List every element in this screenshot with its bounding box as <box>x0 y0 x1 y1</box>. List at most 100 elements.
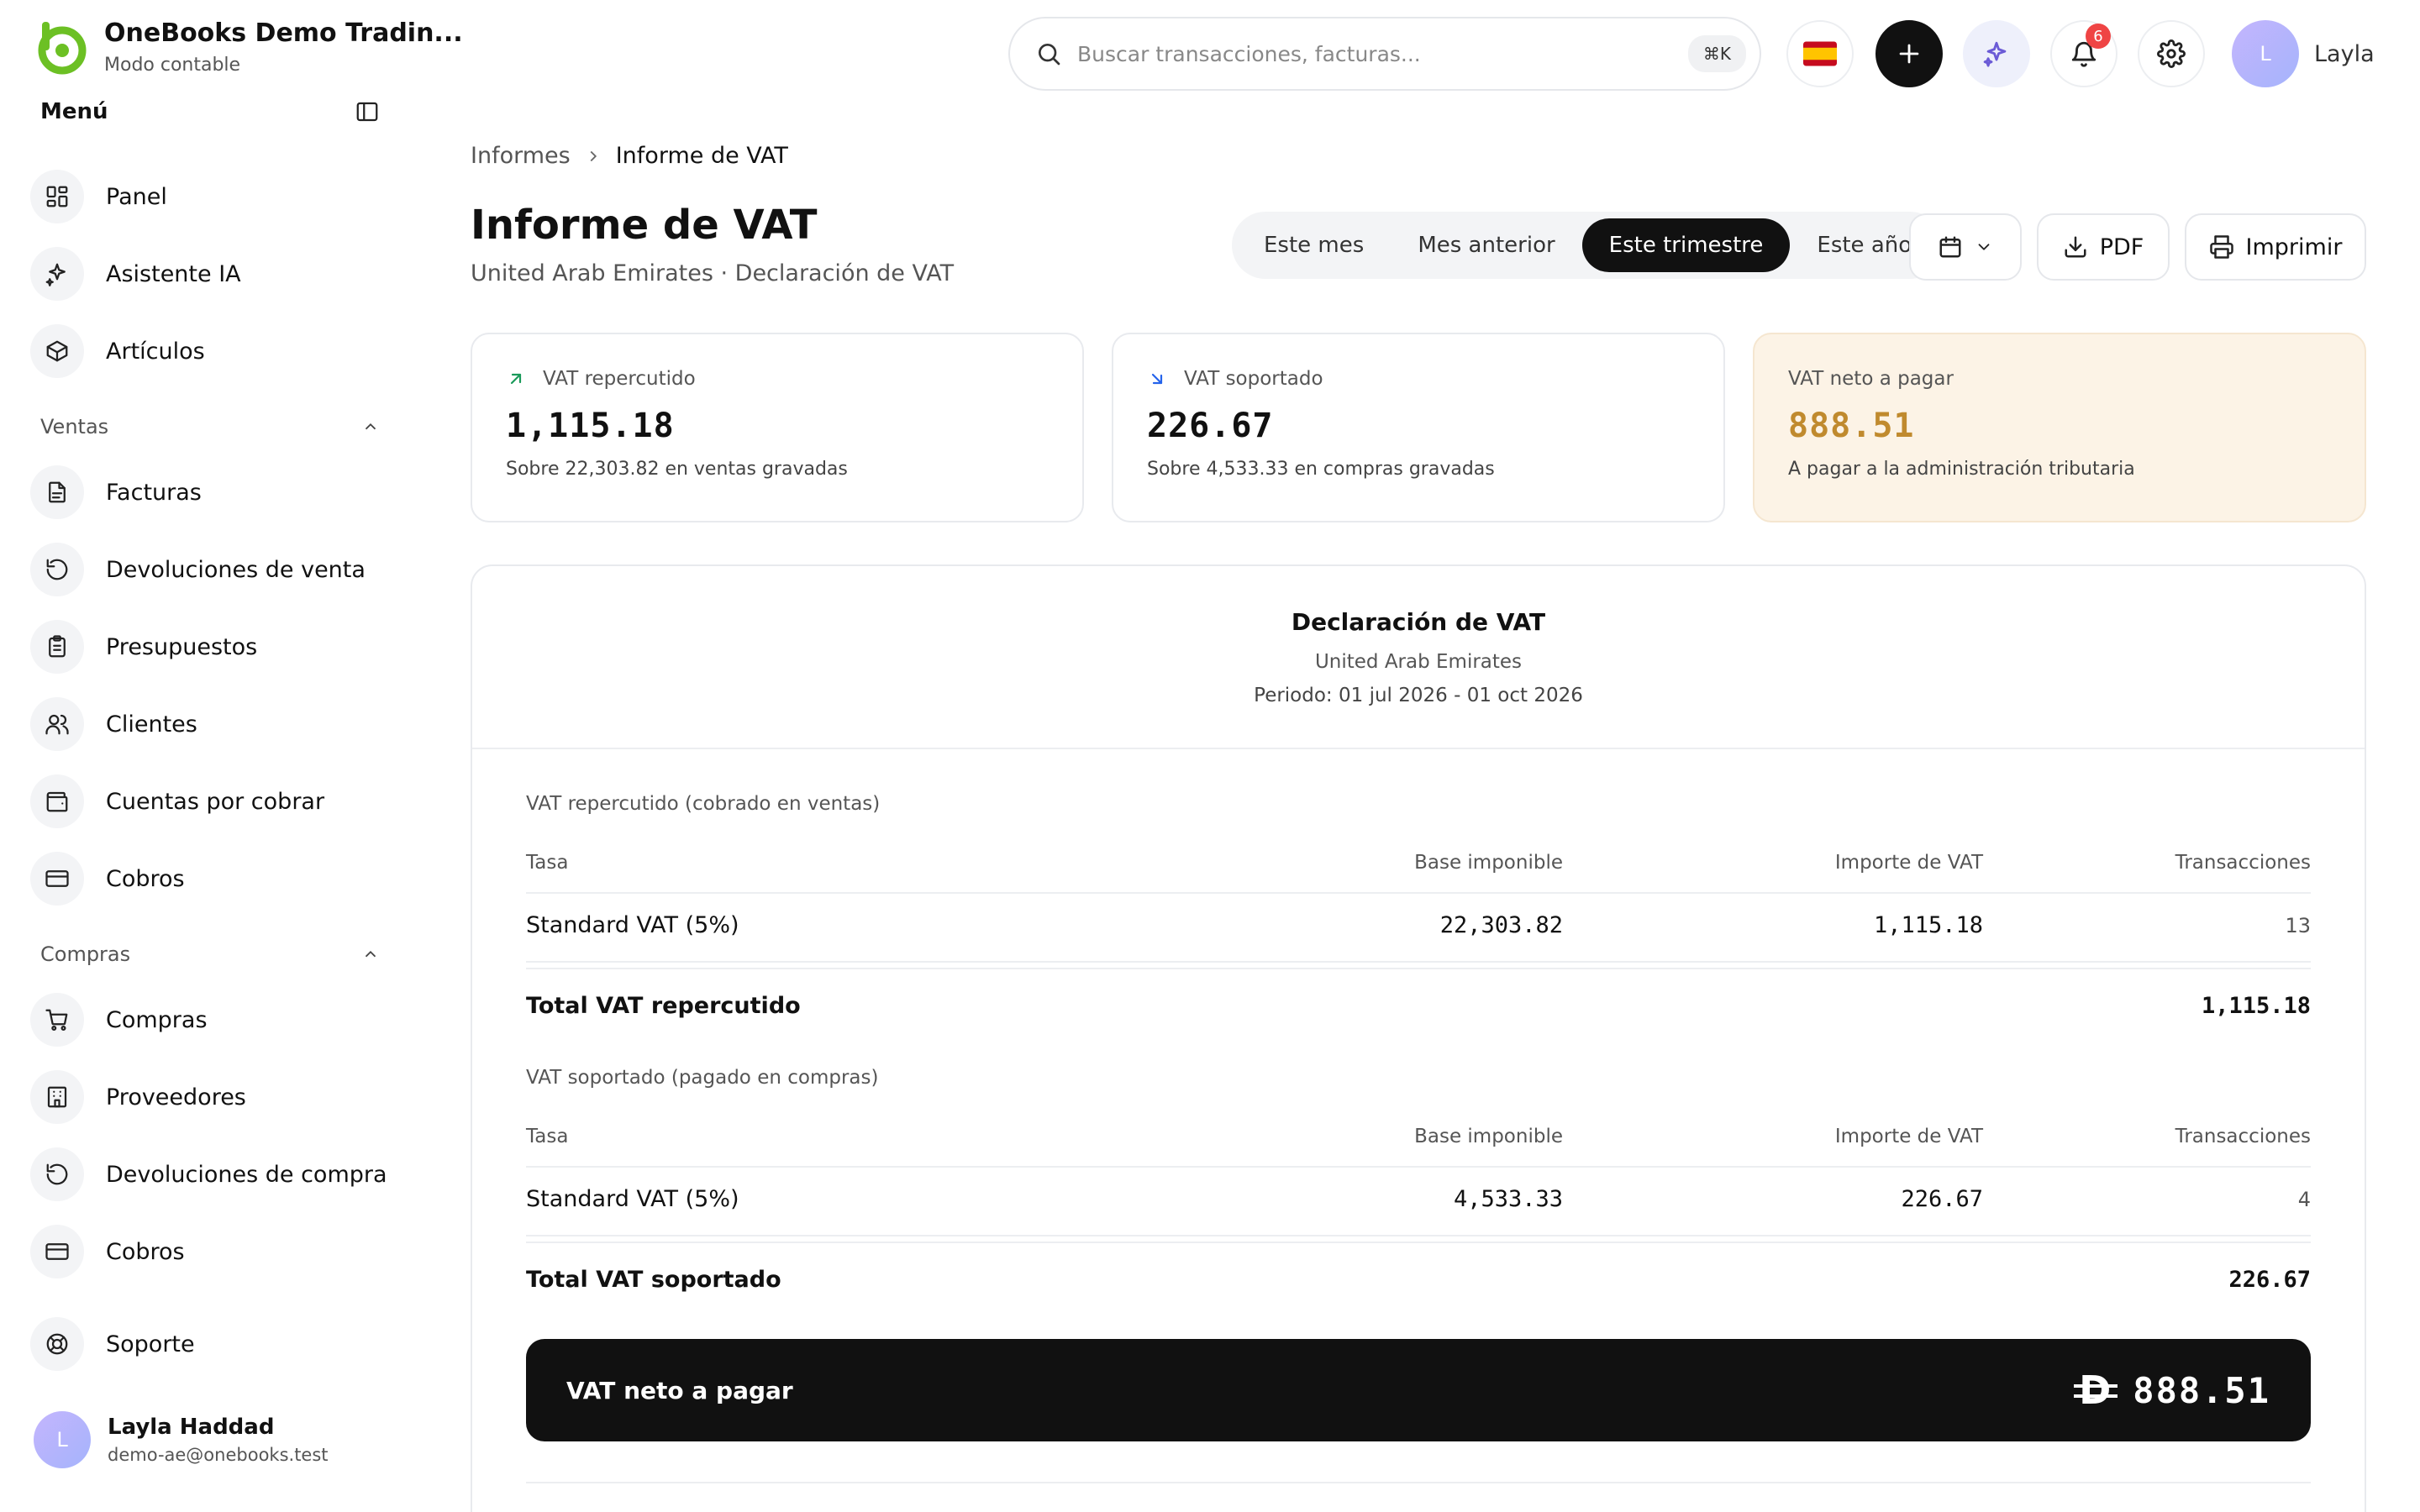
sidebar-item-support[interactable]: Soporte <box>30 1314 195 1374</box>
create-new-button[interactable] <box>1876 20 1943 87</box>
wallet-icon <box>46 791 68 812</box>
period-this-quarter[interactable]: Este trimestre <box>1581 218 1791 272</box>
user-name: Layla Haddad <box>108 1415 275 1440</box>
pdf-button[interactable]: PDF <box>2037 213 2170 281</box>
card-value: 1,115.18 <box>506 407 675 445</box>
sidebar-item-ai-assistant[interactable]: Asistente IA <box>30 244 241 304</box>
onebooks-logo-icon <box>38 22 87 75</box>
sidebar-group-sales[interactable]: Ventas <box>40 415 380 438</box>
sidebar-item-clients[interactable]: Clientes <box>30 694 197 754</box>
sidebar-item-label: Clientes <box>106 711 197 738</box>
row-base: 22,303.82 <box>1439 912 1563 938</box>
vat-report: Declaración de VAT United Arab Emirates … <box>471 564 2366 1512</box>
rotate-ccw-icon <box>46 559 68 580</box>
download-icon <box>2065 236 2086 258</box>
sidebar-item-panel[interactable]: Panel <box>30 166 167 227</box>
column-header-vat: Importe de VAT <box>1834 1126 1983 1147</box>
settings-button[interactable] <box>2138 20 2205 87</box>
row-base: 4,533.33 <box>1453 1186 1563 1212</box>
row-vat: 1,115.18 <box>1873 912 1983 938</box>
sidebar-item-label: Devoluciones de compra <box>106 1161 387 1188</box>
user-menu[interactable]: L Layla <box>2232 20 2375 87</box>
sidebar-item-receivables[interactable]: Cuentas por cobrar <box>30 771 324 832</box>
output-total-row: Total VAT repercutido 1,115.18 <box>526 993 2311 1019</box>
search-shortcut: ⌘K <box>1687 35 1746 72</box>
card-label: VAT repercutido <box>543 368 696 390</box>
arrow-down-right-icon <box>1151 373 1163 385</box>
clipboard-icon <box>49 635 66 658</box>
sidebar-item-payments[interactable]: Cobros <box>30 1221 185 1282</box>
period-last-month[interactable]: Mes anterior <box>1391 218 1581 272</box>
sidebar-item-label: Artículos <box>106 338 205 365</box>
card-note: A pagar a la administración tributaria <box>1788 459 2135 480</box>
language-button[interactable] <box>1786 20 1854 87</box>
input-total-row: Total VAT soportado 226.67 <box>526 1267 2311 1293</box>
search-input[interactable] <box>1077 41 1688 66</box>
avatar: L <box>2232 20 2299 87</box>
company-name: OneBooks Demo Tradin... <box>104 18 463 48</box>
avatar: L <box>34 1411 91 1468</box>
building-icon <box>47 1086 67 1108</box>
card-label: VAT neto a pagar <box>1788 368 1954 390</box>
breadcrumb-current: Informe de VAT <box>615 143 788 169</box>
sidebar-group-purchases[interactable]: Compras <box>40 942 380 966</box>
spain-flag-icon <box>1803 41 1837 66</box>
pdf-button-label: PDF <box>2099 234 2144 260</box>
card-value: 226.67 <box>1147 407 1274 445</box>
net-vat-bar: VAT neto a pagar D 888.51 <box>526 1339 2311 1441</box>
sidebar-item-sales-returns[interactable]: Devoluciones de venta <box>30 539 366 600</box>
sidebar-item-suppliers[interactable]: Proveedores <box>30 1067 246 1127</box>
print-button[interactable]: Imprimir <box>2185 213 2366 281</box>
chevron-down-icon <box>1978 244 1990 250</box>
sidebar-item-purchase-returns[interactable]: Devoluciones de compra <box>30 1144 387 1205</box>
period-this-month[interactable]: Este mes <box>1237 218 1391 272</box>
row-rate: Standard VAT (5%) <box>526 1186 739 1212</box>
column-header-base: Base imponible <box>1414 852 1563 874</box>
row-transactions: 4 <box>2297 1187 2311 1211</box>
user-first-name: Layla <box>2314 40 2375 67</box>
sidebar-item-articles[interactable]: Artículos <box>30 321 205 381</box>
company-mode: Modo contable <box>104 55 241 76</box>
invoice-icon <box>49 481 66 503</box>
sidebar-item-quotes[interactable]: Presupuestos <box>30 617 257 677</box>
search-bar[interactable]: ⌘K <box>1008 17 1761 91</box>
column-header-rate: Tasa <box>526 852 569 874</box>
sidebar-item-collections[interactable]: Cobros <box>30 848 185 909</box>
date-picker-button[interactable] <box>1909 213 2022 281</box>
menu-title: Menú <box>40 99 108 124</box>
input-vat-card: VAT soportado 226.67 Sobre 4,533.33 en c… <box>1112 333 1725 522</box>
total-value: 1,115.18 <box>2201 993 2311 1019</box>
sidebar-item-label: Presupuestos <box>106 633 258 660</box>
net-vat-card: VAT neto a pagar 888.51 A pagar a la adm… <box>1753 333 2366 522</box>
users-icon <box>45 714 69 735</box>
plus-icon <box>1899 44 1919 64</box>
credit-card-icon <box>45 1243 69 1260</box>
row-vat: 226.67 <box>1901 1186 1983 1212</box>
sidebar-user[interactable]: L Layla Haddad demo-ae@onebooks.test <box>34 1411 329 1468</box>
total-label: Total VAT repercutido <box>526 993 801 1019</box>
card-note: Sobre 22,303.82 en ventas gravadas <box>506 459 848 480</box>
dirham-currency-icon: D <box>2074 1368 2118 1413</box>
table-row: Standard VAT (5%) 4,533.33 226.67 4 <box>526 1186 2311 1212</box>
sidebar-item-label: Facturas <box>106 479 202 506</box>
input-section-label: VAT soportado (pagado en compras) <box>526 1067 879 1089</box>
gear-icon <box>2157 39 2186 68</box>
sidebar-item-purchases[interactable]: Compras <box>30 990 208 1050</box>
sidebar-item-invoices[interactable]: Facturas <box>30 462 202 522</box>
sidebar-item-label: Asistente IA <box>106 260 241 287</box>
chevron-up-icon <box>365 950 376 958</box>
sidebar-toggle-icon[interactable] <box>355 99 380 124</box>
column-header-base: Base imponible <box>1414 1126 1563 1147</box>
lifebuoy-icon <box>46 1333 68 1355</box>
breadcrumb-link-reports[interactable]: Informes <box>471 143 571 169</box>
ai-assistant-button[interactable] <box>1963 20 2030 87</box>
dashboard-icon <box>46 186 68 207</box>
brand[interactable]: OneBooks Demo Tradin... Modo contable <box>32 18 463 76</box>
sidebar-item-label: Soporte <box>106 1331 195 1357</box>
row-transactions: 13 <box>2285 913 2311 937</box>
notifications-button[interactable]: 6 <box>2050 20 2118 87</box>
table-header: Tasa Base imponible Importe de VAT Trans… <box>526 1126 2311 1147</box>
net-vat-value: 888.51 <box>2133 1369 2270 1411</box>
chevron-up-icon <box>365 423 376 430</box>
column-header-vat: Importe de VAT <box>1834 852 1983 874</box>
